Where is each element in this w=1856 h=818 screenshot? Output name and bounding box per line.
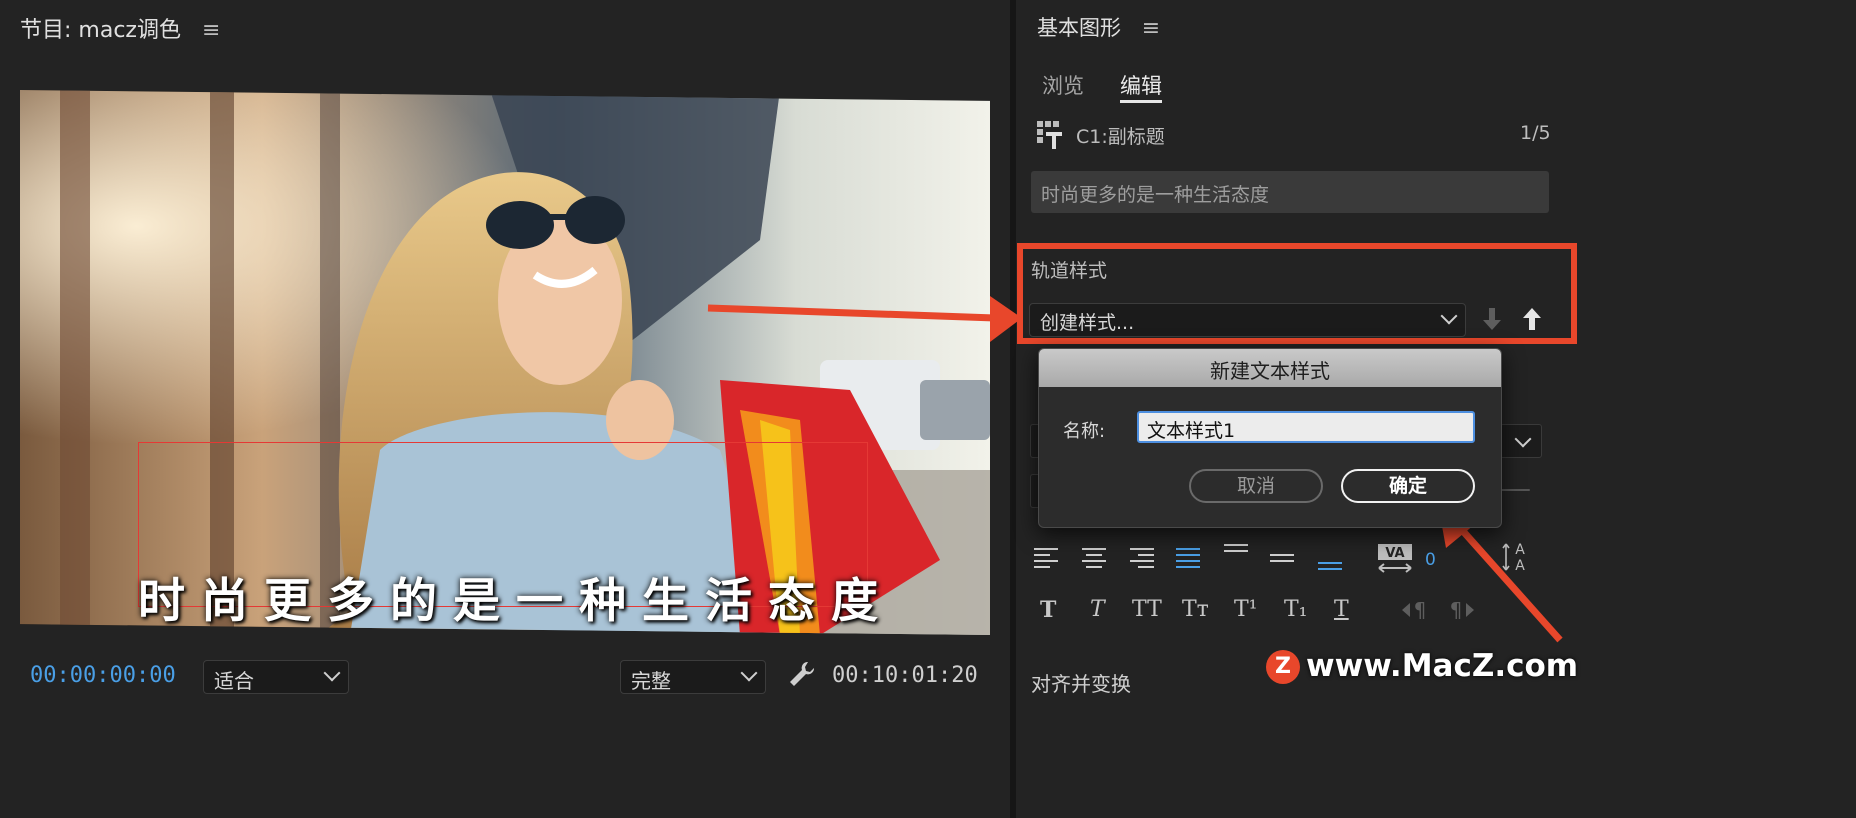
font-style-dropdown[interactable] (1500, 424, 1542, 458)
ok-button[interactable]: 确定 (1341, 469, 1475, 503)
svg-text:A: A (1515, 558, 1525, 574)
layer-counter: 1/5 (1520, 122, 1551, 144)
playback-quality-value: 完整 (631, 669, 671, 693)
chevron-down-icon (1514, 430, 1532, 448)
selected-layer-name: C1:副标题 (1076, 126, 1165, 148)
essential-graphics-title[interactable]: 基本图形 ≡ (1037, 12, 1160, 42)
all-caps-button[interactable]: TT (1132, 597, 1162, 622)
zoom-fit-select[interactable]: 适合 (203, 660, 349, 694)
annotation-highlight-box (1017, 243, 1577, 344)
align-center-icon[interactable] (1080, 546, 1108, 570)
watermark-text: www.MacZ.com (1306, 648, 1579, 684)
rtl-paragraph-icon[interactable]: ¶ (1446, 598, 1476, 622)
ltr-paragraph-icon[interactable]: ¶ (1400, 598, 1430, 622)
justify-all-icon[interactable] (1174, 546, 1202, 570)
active-tab-indicator (1120, 100, 1162, 103)
align-right-icon[interactable] (1126, 546, 1154, 570)
chevron-down-icon (740, 664, 758, 682)
wrench-icon[interactable] (788, 660, 814, 688)
source-text-field[interactable]: 时尚更多的是一种生活态度 (1031, 171, 1549, 213)
tracking-icon[interactable]: VA (1376, 544, 1414, 574)
watermark-logo: Z (1266, 650, 1300, 684)
svg-text:¶: ¶ (1450, 598, 1463, 622)
playback-quality-select[interactable]: 完整 (620, 660, 766, 694)
essential-graphics-title-text: 基本图形 (1037, 16, 1121, 40)
svg-text:A: A (1515, 542, 1525, 558)
style-name-input[interactable]: 文本样式1 (1137, 411, 1475, 443)
align-top-icon[interactable] (1222, 542, 1250, 566)
align-left-icon[interactable] (1034, 546, 1062, 570)
italic-button[interactable]: T (1090, 597, 1105, 622)
program-monitor-title-text: 节目: macz调色 (20, 18, 181, 43)
small-caps-button[interactable]: Tт (1182, 597, 1209, 622)
panel-menu-icon[interactable]: ≡ (1142, 16, 1160, 41)
dialog-title: 新建文本样式 (1210, 359, 1330, 383)
video-caption-text[interactable]: 时尚更多的是一种生活态度 (138, 562, 878, 631)
program-monitor-title[interactable]: 节目: macz调色 ≡ (20, 12, 220, 44)
align-middle-icon[interactable] (1268, 548, 1296, 572)
superscript-button[interactable]: T¹ (1234, 597, 1258, 622)
subscript-button[interactable]: T₁ (1284, 597, 1308, 622)
duration-timecode: 00:10:01:20 (832, 663, 978, 688)
video-preview[interactable]: 时尚更多的是一种生活态度 (20, 90, 990, 635)
current-timecode[interactable]: 00:00:00:00 (30, 663, 176, 688)
tracking-value[interactable]: 0 (1425, 550, 1436, 570)
zoom-fit-value: 适合 (214, 669, 254, 693)
style-name-label: 名称: (1063, 421, 1106, 442)
bold-button[interactable]: T (1040, 597, 1056, 623)
align-bottom-icon[interactable] (1316, 552, 1344, 576)
panel-menu-icon[interactable]: ≡ (202, 18, 220, 43)
chevron-down-icon (323, 664, 341, 682)
align-transform-section-label[interactable]: 对齐并变换 (1031, 668, 1131, 697)
svg-text:VA: VA (1385, 546, 1404, 561)
svg-text:¶: ¶ (1414, 598, 1427, 622)
leading-icon[interactable]: A A (1502, 540, 1532, 574)
tab-edit[interactable]: 编辑 (1120, 70, 1162, 100)
underline-button[interactable]: T (1334, 597, 1349, 622)
text-layer-icon (1037, 121, 1062, 149)
font-size-slider[interactable] (1500, 489, 1530, 491)
tab-browse[interactable]: 浏览 (1042, 70, 1084, 100)
new-text-style-dialog: 新建文本样式 名称: 文本样式1 取消 确定 (1038, 348, 1502, 528)
cancel-button[interactable]: 取消 (1189, 469, 1323, 503)
